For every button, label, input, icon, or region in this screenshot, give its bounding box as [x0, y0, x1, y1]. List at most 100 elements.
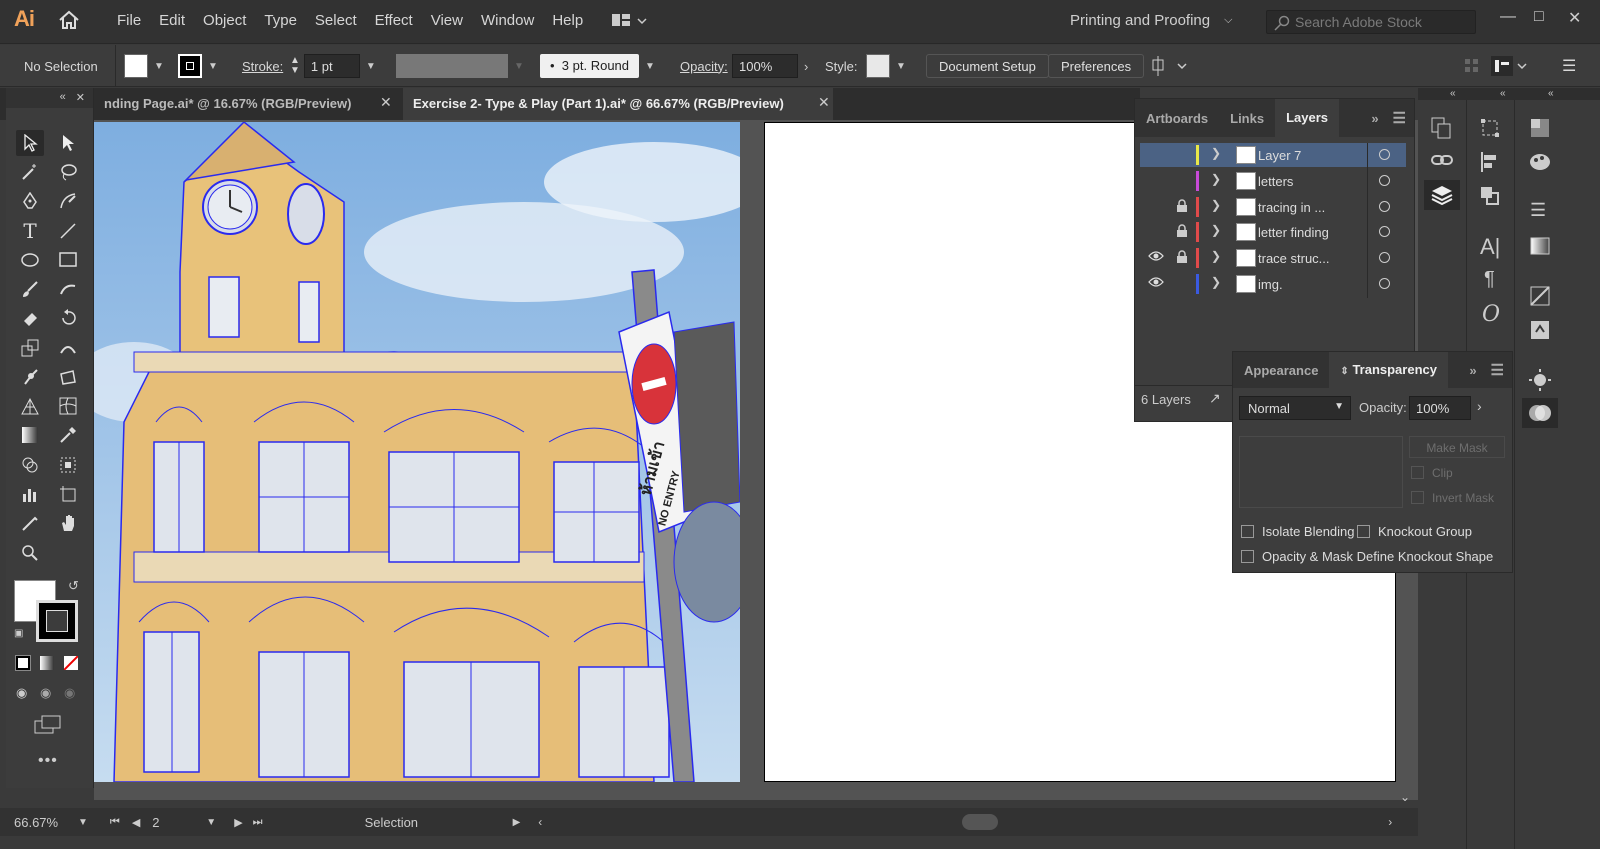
last-artboard-icon[interactable]: ⏭: [253, 816, 263, 829]
live-paint-bucket-icon[interactable]: [54, 452, 82, 478]
paintbrush-tool-icon[interactable]: [16, 276, 44, 302]
line-segment-tool-icon[interactable]: [54, 218, 82, 244]
screen-mode-icon[interactable]: [34, 715, 64, 738]
tab-appearance[interactable]: Appearance: [1233, 363, 1329, 378]
align-panel-icon[interactable]: [1478, 150, 1502, 177]
next-artboard-icon[interactable]: ▶: [234, 816, 242, 829]
visibility-toggle[interactable]: [1148, 199, 1164, 211]
collapse-icon[interactable]: «: [1500, 88, 1506, 99]
image-trace-icon[interactable]: [1528, 284, 1552, 311]
brush-definition[interactable]: • 3 pt. Round: [540, 54, 640, 78]
workspace-switcher[interactable]: Printing and Proofing ⌵: [1070, 12, 1232, 29]
tab-exercise-2[interactable]: Exercise 2- Type & Play (Part 1).ai* @ 6…: [403, 88, 833, 120]
scroll-right-icon[interactable]: ›: [1388, 815, 1392, 829]
color-panel-icon[interactable]: [1528, 116, 1552, 143]
align-to-selection-icon[interactable]: [1150, 45, 1190, 87]
eraser-tool-icon[interactable]: [16, 305, 44, 331]
menu-view[interactable]: View: [422, 12, 472, 29]
draw-inside-icon[interactable]: ◉: [64, 685, 75, 701]
perspective-grid-tool-icon[interactable]: [16, 393, 44, 419]
isolate-blending-checkbox[interactable]: Isolate Blending: [1241, 524, 1355, 539]
collapse-icon[interactable]: «: [1450, 88, 1456, 99]
lock-icon[interactable]: [1176, 250, 1188, 267]
visibility-toggle[interactable]: [1148, 173, 1164, 185]
export-icon[interactable]: ↗: [1209, 390, 1221, 407]
visibility-toggle[interactable]: [1148, 147, 1164, 159]
close-icon[interactable]: ✕: [76, 91, 85, 105]
stroke-color-swatch[interactable]: [36, 600, 78, 642]
first-artboard-icon[interactable]: ⏮: [110, 816, 120, 829]
slice-tool-icon[interactable]: [16, 510, 44, 536]
character-panel-icon[interactable]: A|: [1480, 234, 1500, 260]
rotate-tool-icon[interactable]: [54, 305, 82, 331]
opentype-panel-icon[interactable]: O: [1482, 302, 1500, 327]
fill-swatch[interactable]: [124, 54, 148, 78]
chevron-right-icon[interactable]: ❯: [1211, 275, 1221, 289]
chevron-down-icon[interactable]: ▼: [645, 61, 655, 72]
target-icon[interactable]: [1379, 174, 1390, 186]
pathfinder-panel-icon[interactable]: [1478, 184, 1502, 211]
menu-effect[interactable]: Effect: [366, 12, 422, 29]
pen-tool-icon[interactable]: [16, 188, 44, 214]
lasso-tool-icon[interactable]: [54, 159, 82, 185]
lock-icon[interactable]: [1176, 198, 1188, 216]
opacity-mask-knockout-checkbox[interactable]: Opacity & Mask Define Knockout Shape: [1241, 549, 1493, 564]
blend-mode-select[interactable]: Normal ▼: [1239, 396, 1351, 420]
grid-icon[interactable]: [1464, 45, 1480, 87]
opacity-input[interactable]: 100%: [732, 54, 798, 78]
hand-tool-icon[interactable]: [54, 510, 82, 536]
stroke-weight-input[interactable]: 1 pt: [303, 54, 360, 78]
lock-icon[interactable]: [1176, 224, 1188, 241]
panel-menu-icon[interactable]: ☰: [1385, 109, 1414, 127]
previous-artboard-icon[interactable]: ◀: [132, 816, 140, 829]
shape-builder-tool-icon[interactable]: [16, 452, 44, 478]
tab-layers[interactable]: Layers: [1275, 99, 1340, 137]
preferences-button[interactable]: Preferences: [1048, 54, 1145, 78]
draw-behind-icon[interactable]: ◉: [40, 685, 51, 701]
document-setup-button[interactable]: Document Setup: [926, 54, 1049, 78]
target-icon[interactable]: [1379, 226, 1390, 238]
color-mode-icon[interactable]: [15, 655, 31, 671]
stroke-label[interactable]: Stroke:: [242, 59, 283, 74]
target-icon[interactable]: [1379, 278, 1390, 289]
eyedropper-tool-icon[interactable]: [54, 422, 82, 448]
curvature-tool-icon[interactable]: [54, 188, 82, 214]
eye-icon[interactable]: [1148, 276, 1164, 291]
scroll-down-icon[interactable]: ⌄: [1400, 790, 1410, 804]
close-window-icon[interactable]: ✕: [1568, 8, 1581, 28]
home-icon[interactable]: [58, 10, 80, 33]
chevron-right-icon[interactable]: ❯: [1211, 223, 1221, 237]
shaper-tool-icon[interactable]: [54, 276, 82, 302]
chevron-down-icon[interactable]: ▼: [78, 817, 88, 828]
distribute-icon[interactable]: [1490, 45, 1530, 87]
transform-panel-icon[interactable]: [1478, 116, 1502, 143]
traced-building-image[interactable]: ห้ามเข้า NO ENTRY: [94, 122, 740, 782]
default-colors-icon[interactable]: ▣: [14, 628, 23, 639]
direct-selection-tool-icon[interactable]: [54, 130, 82, 156]
zoom-tool-icon[interactable]: [16, 540, 44, 566]
swap-colors-icon[interactable]: ↺: [68, 578, 79, 594]
opacity-input[interactable]: 100%: [1409, 396, 1471, 420]
artboard-number[interactable]: 2: [152, 815, 206, 830]
status-menu-icon[interactable]: ▶: [513, 817, 521, 828]
target-icon[interactable]: [1379, 149, 1390, 160]
menu-file[interactable]: File: [108, 12, 150, 29]
transparency-panel-icon[interactable]: [1522, 398, 1558, 428]
chevron-right-icon[interactable]: ❯: [1211, 198, 1221, 212]
collapse-icon[interactable]: «: [1548, 88, 1554, 99]
type-tool-icon[interactable]: T: [16, 218, 44, 244]
expand-panel-icon[interactable]: »: [1365, 111, 1384, 126]
chevron-right-icon[interactable]: ❯: [1211, 172, 1221, 186]
ellipse-tool-icon[interactable]: [16, 247, 44, 273]
tab-transparency[interactable]: ⇕ Transparency: [1329, 352, 1448, 388]
chevron-right-icon[interactable]: ›: [804, 59, 808, 74]
paragraph-panel-icon[interactable]: ¶: [1484, 268, 1495, 291]
panel-menu-icon[interactable]: ☰: [1483, 361, 1512, 379]
horizontal-scrollbar-thumb[interactable]: [962, 814, 999, 830]
chevron-right-icon[interactable]: ❯: [1211, 146, 1221, 160]
chevron-down-icon[interactable]: ▼: [896, 61, 906, 72]
knockout-group-checkbox[interactable]: Knockout Group: [1357, 524, 1472, 539]
brightness-icon[interactable]: [1528, 368, 1552, 395]
visibility-toggle[interactable]: [1148, 224, 1164, 236]
invert-mask-checkbox[interactable]: Invert Mask: [1411, 491, 1494, 505]
